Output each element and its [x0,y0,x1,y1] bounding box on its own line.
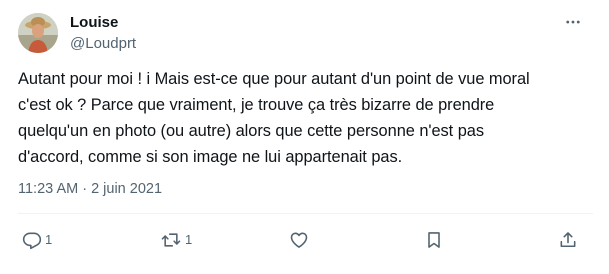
action-bar: 1 1 [0,226,609,254]
reply-count: 1 [45,232,53,247]
retweet-icon [160,230,182,250]
more-options-button[interactable] [558,12,588,36]
tweet-card: Louise @Loudprt Autant pour moi ! i Mais… [0,0,609,274]
divider [18,213,593,214]
avatar[interactable] [18,13,58,53]
user-handle[interactable]: @Loudprt [70,35,136,53]
tweet-text: Autant pour moi ! i Mais est-ce que pour… [18,70,530,166]
retweet-count: 1 [185,232,193,247]
like-button[interactable] [289,226,309,254]
tweet-timestamp[interactable]: 11:23 AM · 2 juin 2021 [18,180,162,198]
bookmark-button[interactable] [424,226,444,254]
more-horizontal-icon [564,13,582,36]
share-icon [558,230,578,250]
reply-button[interactable]: 1 [22,226,52,254]
retweet-button[interactable]: 1 [160,226,192,254]
share-button[interactable] [558,226,578,254]
bookmark-icon [424,230,444,250]
display-name[interactable]: Louise [70,14,118,32]
heart-icon [289,230,309,250]
reply-icon [22,230,42,250]
